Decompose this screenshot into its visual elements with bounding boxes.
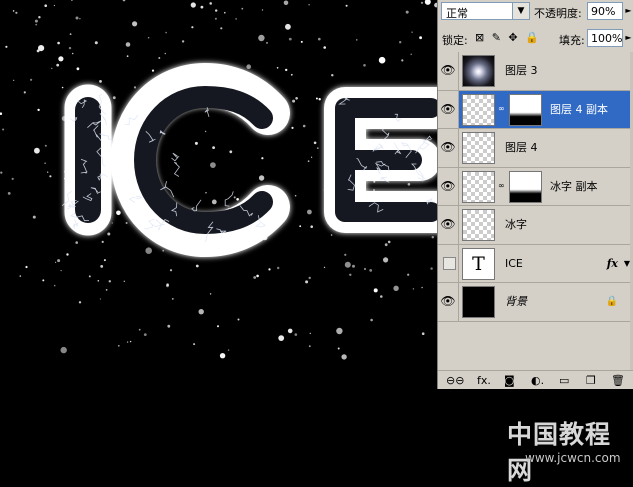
layer-name: ICE bbox=[505, 256, 523, 270]
adjustment-layer-icon[interactable]: ◐. bbox=[531, 374, 544, 387]
delete-layer-icon[interactable]: 🗑 bbox=[611, 374, 625, 387]
opacity-field[interactable]: 90% bbox=[587, 2, 623, 20]
layer-name: 背景 bbox=[505, 295, 527, 308]
layer-row[interactable]: 👁 图层 4 bbox=[438, 129, 633, 168]
layer-thumbnail[interactable] bbox=[462, 132, 495, 164]
eye-icon[interactable]: 👁 bbox=[438, 206, 459, 244]
fill-label: 填充: bbox=[559, 34, 585, 47]
layer-row[interactable]: 👁 图层 3 bbox=[438, 52, 633, 91]
blend-row: 正常 ▼ 不透明度: 90% ► bbox=[438, 0, 633, 25]
layer-mask-thumbnail[interactable] bbox=[509, 93, 542, 126]
opacity-label: 不透明度: bbox=[534, 7, 582, 20]
layer-name: 图层 4 副本 bbox=[550, 102, 608, 116]
layer-name: 图层 3 bbox=[505, 64, 538, 77]
fx-icon[interactable]: fx. bbox=[477, 374, 491, 387]
lock-options-icon[interactable]: ⊠ ✎ ✥ 🔒 bbox=[475, 31, 541, 44]
new-group-icon[interactable]: ▭ bbox=[559, 374, 569, 387]
lock-label: 锁定: bbox=[442, 34, 468, 47]
layer-row[interactable]: 👁 ∞ 冰字 副本 bbox=[438, 167, 633, 206]
layer-thumbnail[interactable] bbox=[462, 93, 495, 126]
chain-link-icon[interactable]: ∞ bbox=[498, 181, 505, 190]
layer-thumbnail[interactable] bbox=[462, 55, 495, 87]
chevron-down-icon[interactable]: ▼ bbox=[512, 3, 529, 19]
watermark: 中国教程网 www.jcwcn.com bbox=[505, 410, 633, 485]
opacity-arrow-icon[interactable]: ► bbox=[623, 2, 633, 20]
layer-name: 图层 4 bbox=[505, 141, 538, 154]
eye-icon[interactable]: 👁 bbox=[438, 129, 459, 167]
eye-icon[interactable]: 👁 bbox=[438, 52, 459, 90]
layer-row[interactable]: 👁 ∞ 图层 4 副本 bbox=[438, 90, 633, 129]
layer-name: 冰字 bbox=[505, 218, 527, 231]
layer-thumbnail[interactable] bbox=[462, 209, 495, 241]
layer-thumbnail[interactable]: T bbox=[462, 247, 495, 280]
layer-name: 冰字 副本 bbox=[550, 179, 598, 193]
link-layers-icon[interactable]: ⊖⊖ bbox=[446, 374, 464, 387]
blend-mode-select[interactable]: 正常 ▼ bbox=[441, 2, 530, 20]
add-mask-icon[interactable]: ◙ bbox=[504, 374, 515, 387]
chain-link-icon[interactable]: ∞ bbox=[498, 104, 505, 113]
layer-thumbnail[interactable] bbox=[462, 286, 495, 318]
fill-field[interactable]: 100% bbox=[587, 29, 623, 47]
layers-list: 👁 图层 3 👁 ∞ 图层 4 副本 👁 图层 4 👁 ∞ 冰字 副本 👁 冰字 T ICE fx ▼ 👁 背景 🔒 bbox=[438, 52, 633, 322]
watermark-url: www.jcwcn.com bbox=[525, 451, 621, 465]
layer-row[interactable]: 👁 背景 🔒 bbox=[438, 283, 633, 322]
layer-effects-icon[interactable]: fx bbox=[607, 245, 618, 282]
layer-mask-thumbnail[interactable] bbox=[509, 170, 542, 203]
eye-icon[interactable]: 👁 bbox=[438, 167, 459, 205]
layers-panel: 正常 ▼ 不透明度: 90% ► 锁定: ⊠ ✎ ✥ 🔒 填充: 100% ► … bbox=[437, 0, 633, 389]
visibility-toggle[interactable] bbox=[438, 244, 459, 282]
lock-row: 锁定: ⊠ ✎ ✥ 🔒 填充: 100% ► bbox=[438, 27, 633, 52]
lock-icon: 🔒 bbox=[605, 296, 618, 307]
fill-arrow-icon[interactable]: ► bbox=[623, 29, 633, 47]
blend-mode-value: 正常 bbox=[446, 7, 468, 20]
new-layer-icon[interactable]: ❐ bbox=[586, 374, 596, 387]
layer-row[interactable]: T ICE fx ▼ bbox=[438, 244, 633, 283]
layer-thumbnail[interactable] bbox=[462, 170, 495, 203]
layer-row[interactable]: 👁 冰字 bbox=[438, 206, 633, 245]
eye-icon[interactable]: 👁 bbox=[438, 90, 459, 128]
layers-toolbar: ⊖⊖ fx. ◙ ◐. ▭ ❐ 🗑 bbox=[438, 370, 633, 390]
eye-icon[interactable]: 👁 bbox=[438, 283, 459, 321]
